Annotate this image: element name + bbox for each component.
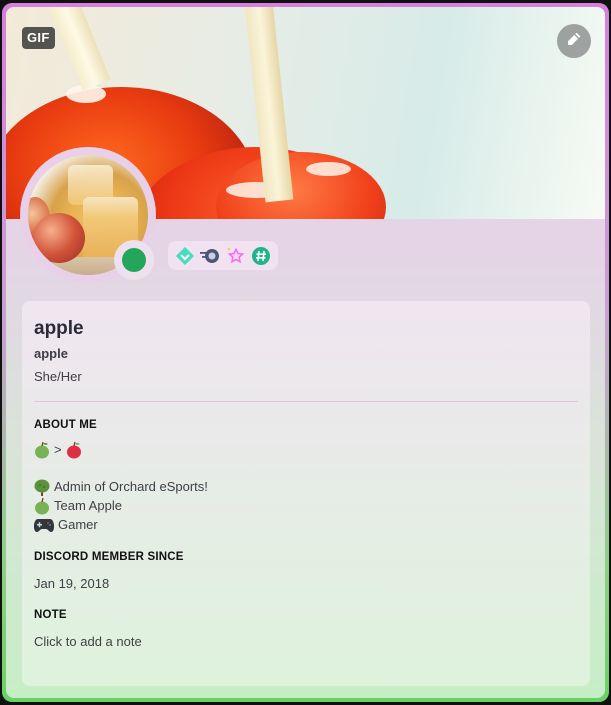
game-controller-icon — [34, 516, 54, 534]
banner-image-stick — [47, 7, 111, 91]
quest-star-badge-icon[interactable] — [225, 245, 246, 267]
red-apple-icon — [66, 441, 82, 459]
about-line: Gamer — [34, 515, 578, 534]
note-input[interactable]: Click to add a note — [34, 634, 578, 650]
gif-badge: GIF — [22, 27, 55, 49]
about-me-content: > Admin of Orchard eSports! Team Apple G… — [34, 440, 578, 534]
status-indicator — [114, 240, 154, 280]
about-line: Team Apple — [34, 496, 578, 515]
badge-list — [168, 241, 278, 270]
username: apple — [34, 346, 68, 361]
pronouns: She/Her — [34, 369, 82, 384]
divider — [34, 401, 578, 402]
about-line: Admin of Orchard eSports! — [34, 477, 578, 496]
member-since-date: Jan 19, 2018 — [34, 576, 110, 591]
profile-info-panel: apple apple She/Her ABOUT ME > Admin of … — [22, 301, 590, 686]
about-line: > — [34, 440, 578, 459]
profile-card: GIF apple apple She/Her ABOUT ME > Admin… — [6, 7, 605, 698]
display-name: apple — [34, 318, 84, 339]
hypesquad-balance-badge-icon[interactable] — [174, 245, 195, 267]
member-since-heading: DISCORD MEMBER SINCE — [34, 551, 184, 563]
about-me-heading: ABOUT ME — [34, 419, 97, 431]
profile-popout-frame: GIF apple apple She/Her ABOUT ME > Admin… — [2, 3, 609, 702]
green-apple-icon — [34, 441, 50, 459]
hashtag-badge-icon[interactable] — [251, 245, 272, 267]
online-status-icon — [122, 248, 146, 272]
tree-icon — [34, 478, 50, 496]
note-heading: NOTE — [34, 609, 67, 621]
pencil-icon — [565, 30, 583, 53]
edit-profile-button[interactable] — [557, 24, 591, 58]
green-apple-icon — [34, 497, 50, 515]
speed-badge-icon[interactable] — [199, 245, 221, 267]
